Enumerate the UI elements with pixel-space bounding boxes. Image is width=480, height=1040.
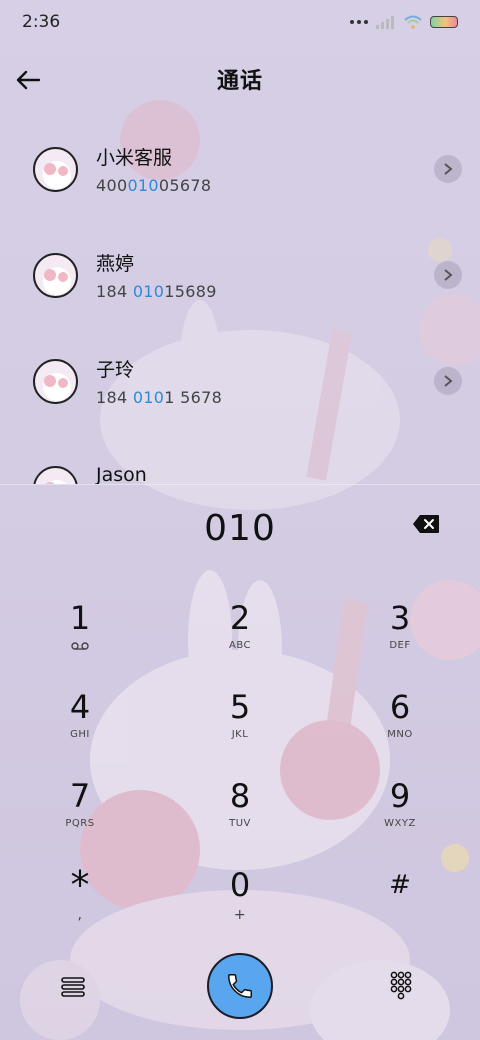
- key-0[interactable]: 0 +: [185, 865, 295, 945]
- header: 通话: [0, 48, 480, 110]
- phone-icon: [227, 974, 252, 999]
- key-4[interactable]: 4 GHI: [25, 687, 135, 767]
- status-time: 2:36: [22, 12, 61, 32]
- contact-detail-button[interactable]: [434, 155, 462, 183]
- contact-detail-button[interactable]: [434, 367, 462, 395]
- key-5[interactable]: 5 JKL: [185, 687, 295, 767]
- dialer-bottom-bar: [0, 950, 480, 1022]
- key-star[interactable]: * ,: [25, 865, 135, 945]
- key-9[interactable]: 9 WXYZ: [345, 776, 455, 856]
- divider: [0, 484, 480, 485]
- dialed-number[interactable]: 010: [204, 508, 276, 549]
- keypad-toggle-button[interactable]: [384, 968, 418, 1004]
- keypad-icon: [390, 971, 412, 1000]
- chevron-right-icon: [444, 269, 453, 281]
- contact-detail-button[interactable]: [434, 261, 462, 289]
- contact-item[interactable]: 燕婷 184 01015689: [0, 222, 480, 328]
- avatar: [33, 146, 78, 192]
- notification-dots-icon: [350, 20, 368, 24]
- arrow-left-icon: [16, 70, 41, 90]
- contact-name: 燕婷: [96, 253, 135, 275]
- chevron-right-icon: [444, 375, 453, 387]
- contact-item[interactable]: 子玲 184 0101 5678: [0, 328, 480, 434]
- contact-suggestion-list: 小米客服 40001005678 燕婷 184 01015689 子玲 184 …: [0, 112, 480, 484]
- call-button[interactable]: [207, 953, 273, 1019]
- dialer-screen: 2:36 通话 小米客服 40001005678 燕婷 184 01015689…: [0, 0, 480, 1040]
- signal-icon: [376, 16, 394, 29]
- key-3[interactable]: 3 DEF: [345, 598, 455, 678]
- key-7[interactable]: 7 PQRS: [25, 776, 135, 856]
- battery-icon: [430, 16, 458, 28]
- backspace-icon: [413, 515, 439, 533]
- avatar: [33, 252, 78, 298]
- menu-icon: [61, 977, 85, 997]
- contact-item[interactable]: 小米客服 40001005678: [0, 116, 480, 222]
- status-bar: 2:36: [0, 0, 480, 44]
- contact-name: 小米客服: [96, 147, 173, 169]
- key-1[interactable]: 1: [25, 598, 135, 678]
- contact-number: 40001005678: [96, 176, 212, 195]
- key-2[interactable]: 2 ABC: [185, 598, 295, 678]
- contact-number: 184 0101 5678: [96, 388, 223, 407]
- key-8[interactable]: 8 TUV: [185, 776, 295, 856]
- page-title: 通话: [216, 69, 263, 94]
- menu-button[interactable]: [56, 970, 90, 1004]
- contact-item[interactable]: Jason: [0, 434, 480, 484]
- backspace-button[interactable]: [412, 514, 444, 538]
- contact-name: Jason: [96, 464, 147, 484]
- avatar: [33, 466, 78, 484]
- key-hash[interactable]: #: [345, 865, 455, 945]
- status-icons: [350, 15, 458, 29]
- dial-display: 010: [0, 500, 480, 556]
- wifi-icon: [404, 15, 422, 29]
- voicemail-icon: [71, 642, 89, 650]
- contact-number: 184 01015689: [96, 282, 217, 301]
- avatar: [33, 358, 78, 404]
- key-6[interactable]: 6 MNO: [345, 687, 455, 767]
- chevron-right-icon: [444, 163, 453, 175]
- contact-name: 子玲: [96, 359, 135, 381]
- back-button[interactable]: [6, 58, 50, 102]
